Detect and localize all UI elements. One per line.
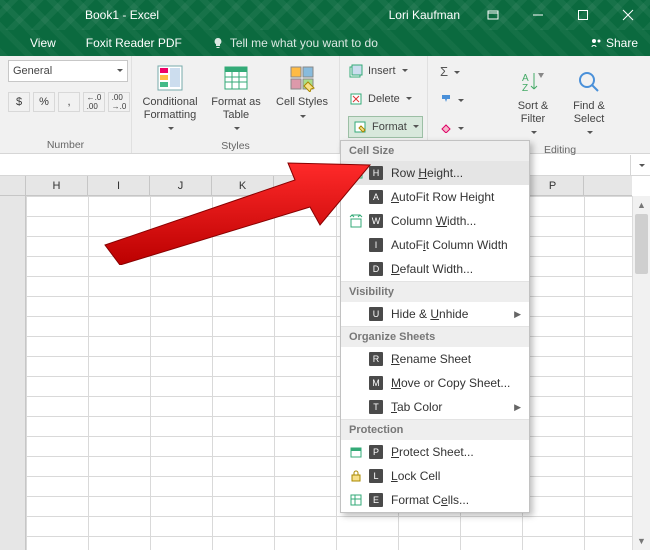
- insert-icon: [348, 63, 364, 79]
- menu-header-protection: Protection: [341, 419, 529, 440]
- col-header[interactable]: L: [274, 176, 336, 195]
- col-header[interactable]: I: [88, 176, 150, 195]
- eraser-icon: [440, 121, 452, 133]
- find-icon: [573, 66, 605, 98]
- menu-row-height[interactable]: H Row Height...: [341, 161, 529, 185]
- sort-filter-button[interactable]: AZ Sort & Filter: [508, 64, 558, 142]
- clear-button[interactable]: [436, 116, 464, 138]
- decrease-decimal-button[interactable]: .00→.0: [108, 92, 130, 112]
- increase-decimal-button[interactable]: ←.0.00: [83, 92, 105, 112]
- cell-styles-icon: [286, 62, 318, 94]
- sort-filter-icon: AZ: [517, 66, 549, 98]
- currency-button[interactable]: $: [8, 92, 30, 112]
- number-format-select[interactable]: General: [8, 60, 128, 82]
- lightbulb-icon: [212, 37, 224, 49]
- menu-rename-sheet[interactable]: R Rename Sheet: [341, 347, 529, 371]
- autosum-button[interactable]: Σ: [436, 60, 460, 82]
- tell-me[interactable]: Tell me what you want to do: [212, 36, 378, 50]
- col-header[interactable]: J: [150, 176, 212, 195]
- col-header[interactable]: K: [212, 176, 274, 195]
- share-icon: [590, 37, 602, 49]
- menu-format-cells[interactable]: E Format Cells...: [341, 488, 529, 512]
- svg-text:Z: Z: [522, 83, 528, 94]
- share-button[interactable]: Share: [590, 36, 638, 50]
- col-header[interactable]: P: [522, 176, 584, 195]
- format-table-icon: [220, 62, 252, 94]
- scroll-up-icon[interactable]: ▲: [633, 196, 650, 214]
- formula-bar: [0, 154, 650, 176]
- vertical-scrollbar[interactable]: ▲ ▼: [632, 196, 650, 550]
- menu-header-cell-size: Cell Size: [341, 141, 529, 161]
- menu-move-copy[interactable]: M Move or Copy Sheet...: [341, 371, 529, 395]
- ribbon: General $ % , ←.0.00 .00→.0 Number Condi…: [0, 56, 650, 154]
- format-cells-icon: [347, 491, 365, 509]
- conditional-formatting-icon: [154, 62, 186, 94]
- minimize-button[interactable]: [515, 0, 560, 30]
- group-styles: Conditional Formatting Format as Table C…: [132, 56, 340, 153]
- scroll-down-icon[interactable]: ▼: [633, 532, 650, 550]
- row-headers[interactable]: [0, 196, 26, 550]
- group-editing-mini: Σ: [428, 56, 500, 153]
- menu-autofit-column[interactable]: I AutoFit Column Width: [341, 233, 529, 257]
- menu-lock-cell[interactable]: L Lock Cell: [341, 464, 529, 488]
- scroll-thumb[interactable]: [635, 214, 648, 274]
- cells-grid[interactable]: [0, 196, 632, 550]
- formula-expand-button[interactable]: [630, 155, 650, 175]
- col-header[interactable]: H: [26, 176, 88, 195]
- submenu-arrow-icon: ▶: [514, 402, 521, 413]
- lock-icon: [347, 467, 365, 485]
- menu-hide-unhide[interactable]: U Hide & Unhide ▶: [341, 302, 529, 326]
- worksheet-area: ▲ ▼: [0, 196, 650, 550]
- conditional-formatting-button[interactable]: Conditional Formatting: [140, 60, 200, 138]
- fill-button[interactable]: [436, 88, 464, 110]
- delete-button[interactable]: Delete: [348, 88, 412, 110]
- group-editing: AZ Sort & Filter Find & Select Editing: [500, 56, 620, 153]
- comma-button[interactable]: ,: [58, 92, 80, 112]
- title-bar: Book1 - Excel Lori Kaufman: [0, 0, 650, 30]
- chevron-down-icon: [115, 65, 123, 77]
- ribbon-display-options-button[interactable]: [470, 0, 515, 30]
- percent-button[interactable]: %: [33, 92, 55, 112]
- menu-protect-sheet[interactable]: P Protect Sheet...: [341, 440, 529, 464]
- tab-foxit[interactable]: Foxit Reader PDF: [86, 36, 182, 50]
- cell-styles-button[interactable]: Cell Styles: [272, 60, 332, 125]
- menu-header-organize: Organize Sheets: [341, 326, 529, 347]
- column-width-icon: [347, 212, 365, 230]
- group-number: General $ % , ←.0.00 .00→.0 Number: [0, 56, 132, 153]
- menu-autofit-row[interactable]: A AutoFit Row Height: [341, 185, 529, 209]
- submenu-arrow-icon: ▶: [514, 309, 521, 320]
- protect-icon: [347, 443, 365, 461]
- column-headers: H I J K L M N O P: [0, 176, 632, 196]
- tab-view[interactable]: View: [30, 36, 56, 50]
- menu-header-visibility: Visibility: [341, 281, 529, 302]
- row-height-icon: [347, 164, 365, 182]
- ribbon-tabs: View Foxit Reader PDF Tell me what you w…: [0, 30, 650, 56]
- fill-down-icon: [440, 93, 452, 105]
- user-name: Lori Kaufman: [389, 8, 460, 22]
- insert-button[interactable]: Insert: [348, 60, 408, 82]
- format-button[interactable]: Format: [348, 116, 423, 138]
- menu-default-width[interactable]: D Default Width...: [341, 257, 529, 281]
- document-title: Book1 - Excel: [85, 8, 159, 22]
- maximize-button[interactable]: [560, 0, 605, 30]
- format-menu: Cell Size H Row Height... A AutoFit Row …: [340, 140, 530, 513]
- menu-tab-color[interactable]: T Tab Color ▶: [341, 395, 529, 419]
- format-icon: [352, 119, 368, 135]
- format-as-table-button[interactable]: Format as Table: [206, 60, 266, 138]
- group-cells: Insert Delete Format Cells: [340, 56, 428, 153]
- find-select-button[interactable]: Find & Select: [564, 64, 614, 142]
- close-button[interactable]: [605, 0, 650, 30]
- delete-icon: [348, 91, 364, 107]
- menu-column-width[interactable]: W Column Width...: [341, 209, 529, 233]
- select-all-corner[interactable]: [0, 176, 26, 195]
